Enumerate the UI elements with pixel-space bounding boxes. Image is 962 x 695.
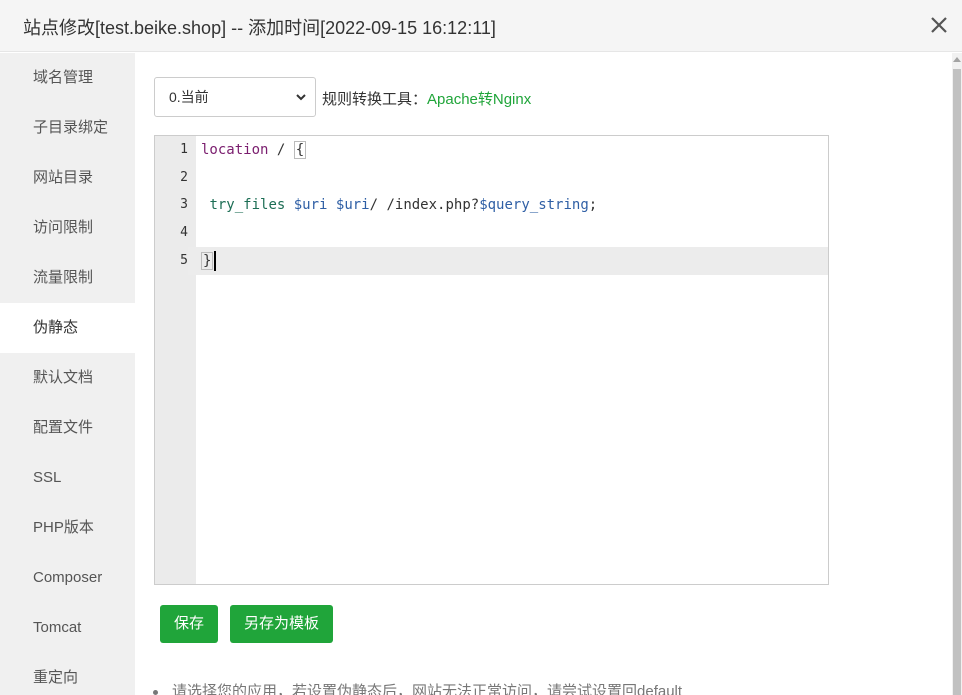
sidebar-item-ssl[interactable]: SSL [0, 453, 135, 503]
line-number: 1 [180, 142, 188, 157]
scrollbar[interactable] [952, 53, 962, 695]
sidebar-item-redirect[interactable]: 重定向 [0, 653, 135, 695]
chevron-down-icon [296, 94, 306, 101]
sidebar-item-composer[interactable]: Composer [0, 553, 135, 603]
editor-line: 4 [155, 219, 828, 247]
rewrite-tip: 请选择您的应用，若设置伪静态后，网站无法正常访问，请尝试设置回default [153, 680, 682, 695]
sidebar-item-tomcat[interactable]: Tomcat [0, 603, 135, 653]
line-number: 4 [180, 225, 188, 240]
converter-label: 规则转换工具： [322, 91, 428, 108]
line-code: try_files $uri $uri/ /index.php?$query_s… [209, 197, 598, 213]
select-value: 0.当前 [169, 89, 209, 105]
sidebar-item-domain[interactable]: 域名管理 [0, 53, 135, 103]
sidebar-item-subdir[interactable]: 子目录绑定 [0, 103, 135, 153]
rewrite-template-select[interactable]: 0.当前 [154, 77, 316, 117]
code-editor[interactable]: 1 location / { 2 3 try_files $uri $uri/ … [154, 135, 829, 585]
editor-line: 3 try_files $uri $uri/ /index.php?$query… [155, 191, 828, 219]
editor-line-active: 5 } [155, 247, 828, 275]
line-code: location / { [201, 141, 307, 159]
sidebar-item-site-dir[interactable]: 网站目录 [0, 153, 135, 203]
editor-line: 1 location / { [155, 136, 828, 164]
sidebar-item-config-file[interactable]: 配置文件 [0, 403, 135, 453]
bullet-icon [153, 689, 158, 695]
scrollbar-thumb[interactable] [953, 69, 961, 695]
save-as-template-button[interactable]: 另存为模板 [230, 605, 333, 643]
tip-text: 请选择您的应用，若设置伪静态后，网站无法正常访问，请尝试设置回default [172, 683, 683, 695]
dialog-title: 站点修改[test.beike.shop] -- 添加时间[2022-09-15… [23, 18, 496, 38]
sidebar-item-default-doc[interactable]: 默认文档 [0, 353, 135, 403]
line-number: 3 [180, 197, 188, 212]
scroll-up-icon[interactable] [953, 57, 961, 62]
close-icon[interactable] [928, 14, 950, 36]
dialog-titlebar: 站点修改[test.beike.shop] -- 添加时间[2022-09-15… [0, 0, 962, 52]
editor-line: 2 [155, 164, 828, 192]
sidebar-item-rewrite[interactable]: 伪静态 [0, 303, 135, 353]
sidebar: 域名管理 子目录绑定 网站目录 访问限制 流量限制 伪静态 默认文档 配置文件 … [0, 53, 135, 695]
line-code: } [201, 247, 217, 275]
line-number: 5 [155, 247, 188, 275]
rewrite-panel: 0.当前 规则转换工具： Apache转Nginx 1 location / {… [135, 53, 952, 695]
line-number: 2 [180, 170, 188, 185]
sidebar-item-traffic-limit[interactable]: 流量限制 [0, 253, 135, 303]
apache-to-nginx-link[interactable]: Apache转Nginx [427, 88, 531, 109]
text-cursor [214, 251, 217, 271]
save-button[interactable]: 保存 [160, 605, 218, 643]
sidebar-item-access-limit[interactable]: 访问限制 [0, 203, 135, 253]
sidebar-item-php-version[interactable]: PHP版本 [0, 503, 135, 553]
